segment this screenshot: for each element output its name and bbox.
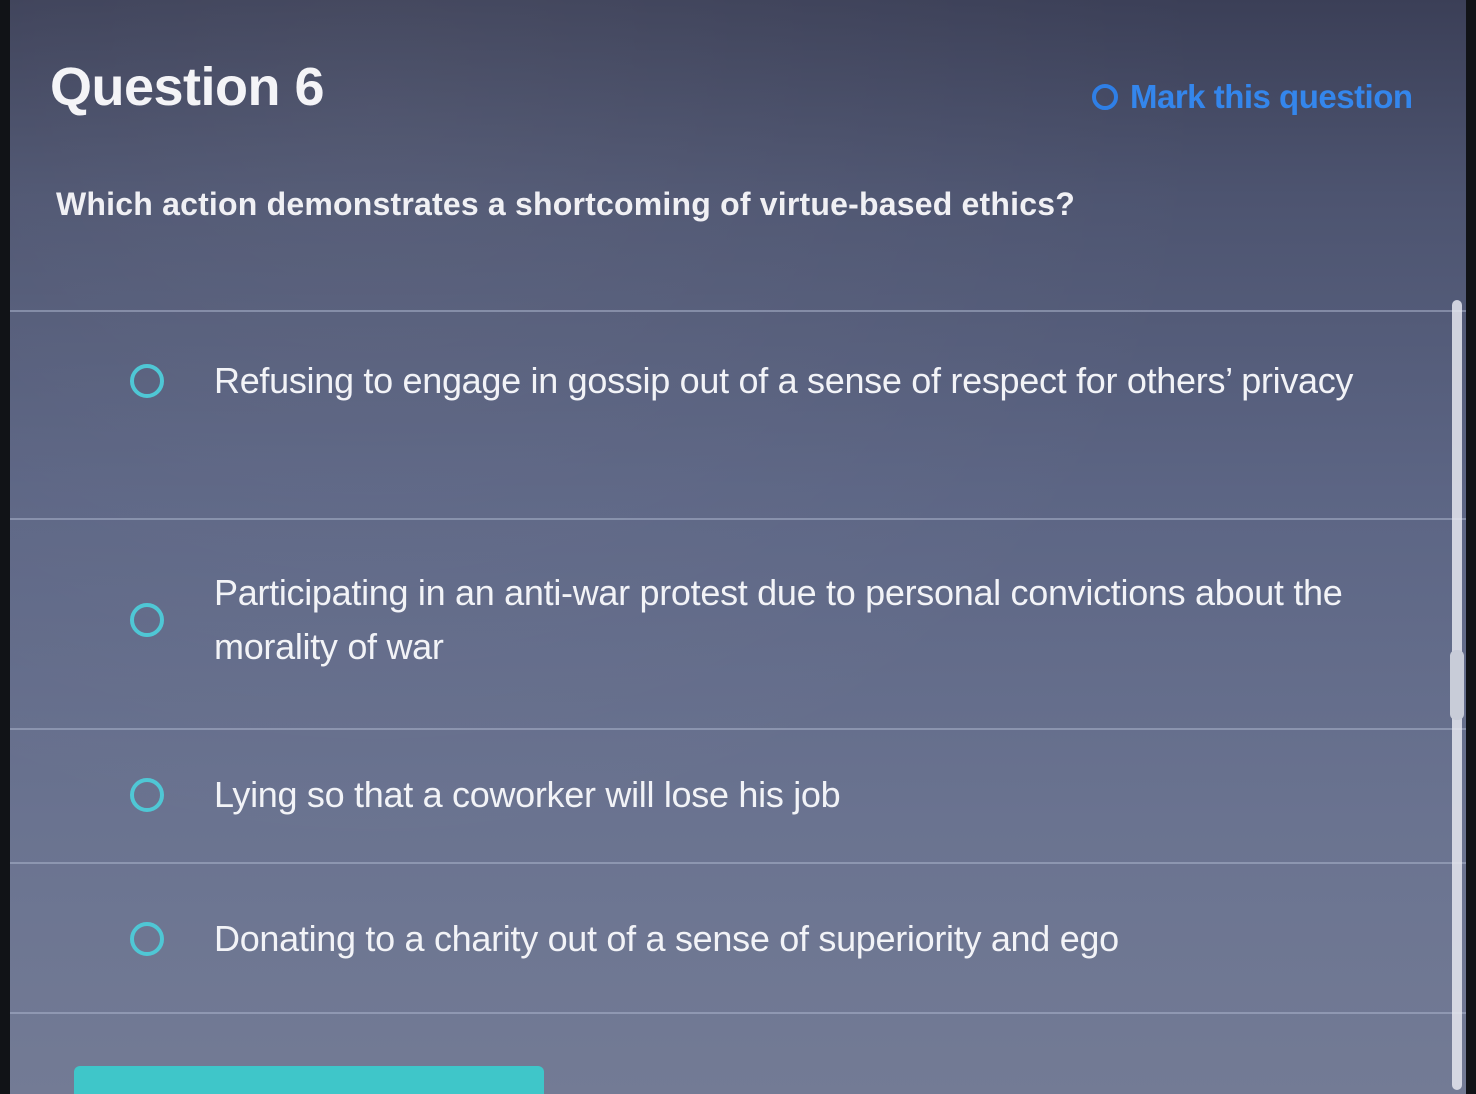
circle-outline-icon <box>1092 84 1118 110</box>
radio-circle-icon[interactable] <box>130 922 164 956</box>
divider <box>10 310 1466 312</box>
answer-option-2[interactable]: Participating in an anti-war protest due… <box>130 566 1440 674</box>
radio-circle-icon[interactable] <box>130 778 164 812</box>
mark-question-button[interactable]: Mark this question <box>1092 78 1413 116</box>
divider <box>10 862 1466 864</box>
scrollbar-thumb[interactable] <box>1450 650 1464 720</box>
question-text: Which action demonstrates a shortcoming … <box>56 186 1075 222</box>
answer-option-text: Refusing to engage in gossip out of a se… <box>214 360 1354 401</box>
answer-option-4[interactable]: Donating to a charity out of a sense of … <box>130 912 1440 966</box>
divider <box>10 1012 1466 1014</box>
submit-button[interactable] <box>74 1066 544 1094</box>
mark-question-label: Mark this question <box>1130 78 1413 115</box>
answer-option-3[interactable]: Lying so that a coworker will lose his j… <box>130 768 1440 822</box>
page-title: Question 6 <box>50 57 325 117</box>
radio-circle-icon[interactable] <box>130 364 164 398</box>
answer-option-1[interactable]: Refusing to engage in gossip out of a se… <box>130 354 1440 408</box>
radio-circle-icon[interactable] <box>130 603 164 637</box>
quiz-screen: Question 6 Mark this question Which acti… <box>10 0 1466 1094</box>
answer-option-text: Donating to a charity out of a sense of … <box>214 918 1119 959</box>
answer-option-text: Participating in an anti-war protest due… <box>214 572 1343 667</box>
answer-option-text: Lying so that a coworker will lose his j… <box>214 774 841 815</box>
divider <box>10 728 1466 730</box>
divider <box>10 518 1466 520</box>
